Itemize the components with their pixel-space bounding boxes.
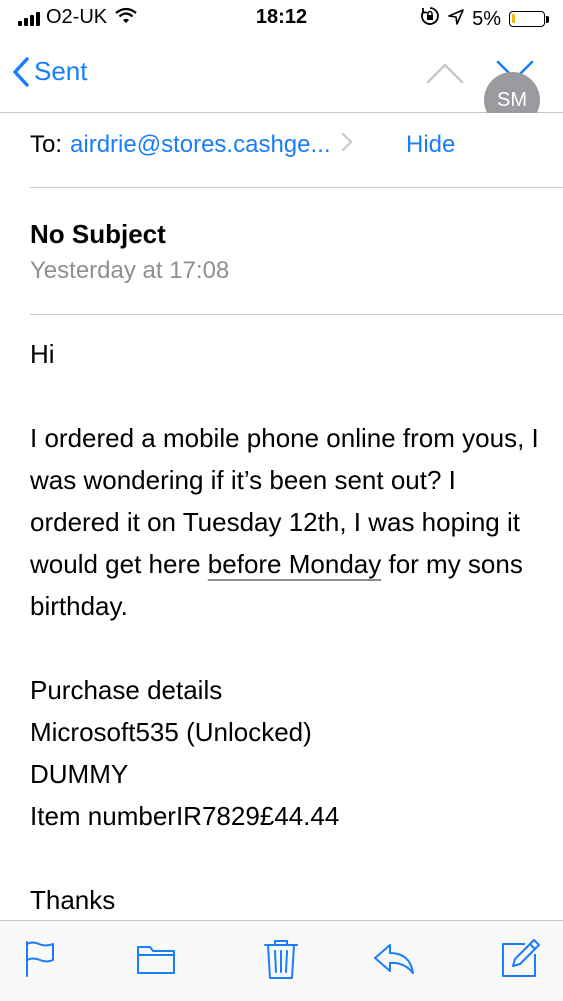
greeting: Hi <box>30 339 55 369</box>
move-to-folder-button[interactable] <box>134 937 178 981</box>
divider <box>30 314 563 315</box>
delete-button[interactable] <box>259 937 303 981</box>
compose-icon <box>502 939 540 977</box>
trash-icon <box>264 940 298 979</box>
status-bar: O2-UK 18:12 5% <box>0 0 563 38</box>
recipient-address[interactable]: airdrie@stores.cashge... <box>70 131 330 159</box>
date-link[interactable]: before Monday <box>208 549 381 579</box>
email-subject: No Subject <box>30 219 166 249</box>
navigation-bar: Sent <box>0 38 563 113</box>
flag-icon <box>26 941 54 977</box>
purchase-details-line: Item numberIR7829£44.44 <box>30 801 340 831</box>
folder-icon <box>137 946 175 974</box>
to-label: To: <box>30 131 63 158</box>
purchase-details-line: DUMMY <box>30 759 129 789</box>
closing: Thanks <box>30 885 116 915</box>
previous-message-button[interactable] <box>426 62 464 89</box>
divider <box>30 187 563 188</box>
rotation-lock-icon <box>420 6 440 32</box>
purchase-details-heading: Purchase details <box>30 675 223 705</box>
status-right: 5% <box>420 6 549 32</box>
purchase-details-line: Microsoft535 (Unlocked) <box>30 717 312 747</box>
back-button[interactable]: Sent <box>12 56 88 87</box>
email-body: Hi I ordered a mobile phone online from … <box>30 333 545 920</box>
chevron-left-icon <box>13 56 29 87</box>
recipient-row: To: airdrie@stores.cashge... <box>30 131 353 159</box>
email-content: To: airdrie@stores.cashge... Hide No Sub… <box>0 113 563 920</box>
hide-details-button[interactable]: Hide <box>406 131 455 159</box>
battery-percent: 5% <box>472 7 501 30</box>
email-date: Yesterday at 17:08 <box>30 257 230 284</box>
chevron-right-icon <box>341 131 353 159</box>
location-icon <box>448 8 464 31</box>
back-button-label: Sent <box>34 56 88 86</box>
bottom-toolbar <box>0 920 563 1001</box>
chevron-up-icon <box>426 63 464 84</box>
compose-button[interactable] <box>498 937 542 981</box>
battery-icon <box>509 11 549 27</box>
reply-button[interactable] <box>372 937 416 981</box>
message-paragraph: I ordered a mobile phone online from you… <box>30 417 545 627</box>
reply-icon <box>374 944 414 974</box>
flag-button[interactable] <box>18 937 62 981</box>
